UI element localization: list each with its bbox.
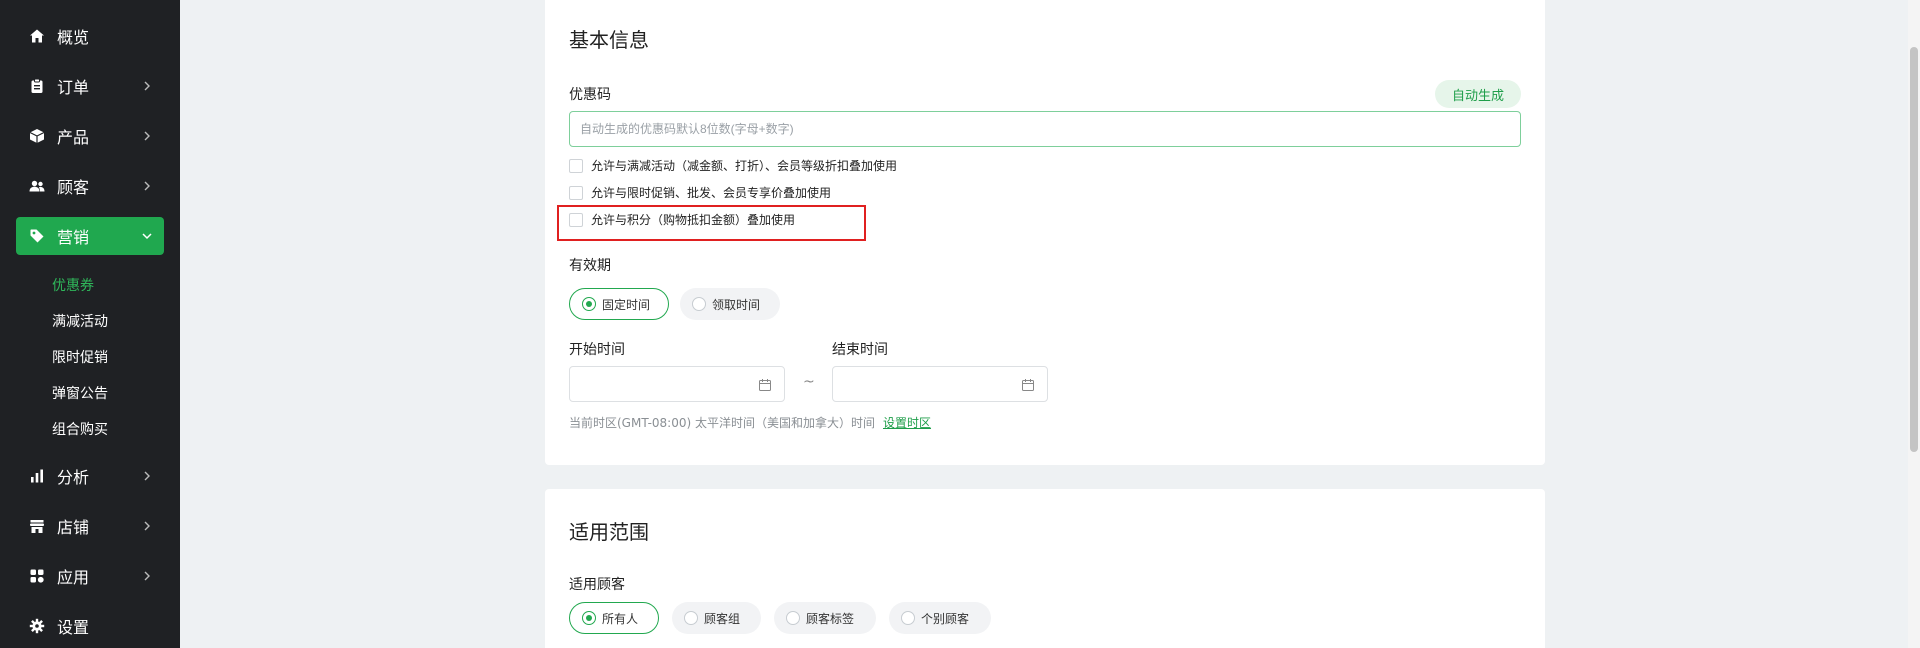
nav-item-marketing[interactable]: 营销 xyxy=(16,217,164,255)
nav-item-apps[interactable]: 应用 xyxy=(16,557,164,595)
section-title: 适用范围 xyxy=(569,520,649,544)
radio-label: 所有人 xyxy=(602,611,639,626)
validity-label: 有效期 xyxy=(569,258,611,274)
nav-label: 店铺 xyxy=(57,518,90,537)
scrollbar-thumb[interactable] xyxy=(1910,47,1918,452)
sub-item-bundles[interactable]: 组合购买 xyxy=(52,419,108,439)
coupon-code-label: 优惠码 xyxy=(569,87,611,103)
chevron-right-icon xyxy=(144,521,150,531)
end-time-label: 结束时间 xyxy=(832,342,888,358)
clipboard-icon xyxy=(27,76,47,96)
radio-button[interactable] xyxy=(692,297,706,311)
chevron-right-icon xyxy=(144,181,150,191)
nav-item-store[interactable]: 店铺 xyxy=(16,507,164,545)
sub-item-popup-notices[interactable]: 弹窗公告 xyxy=(52,383,108,403)
checkbox[interactable] xyxy=(569,185,583,200)
radio-label: 固定时间 xyxy=(602,297,651,312)
checkbox-label: 允许与满减活动（减金额、打折）、会员等级折扣叠加使用 xyxy=(591,159,898,173)
scope-card: 适用范围 适用顾客 所有人 顾客组 顾客标签 个别顾客 xyxy=(545,489,1545,648)
nav-label: 分析 xyxy=(57,468,90,487)
sub-item-flash-sales[interactable]: 限时促销 xyxy=(52,347,108,367)
highlight-annotation xyxy=(557,205,866,241)
box-icon xyxy=(27,126,47,146)
nav-label: 设置 xyxy=(57,618,90,637)
chevron-right-icon xyxy=(144,471,150,481)
radio-label: 顾客标签 xyxy=(806,611,855,626)
radio-button[interactable] xyxy=(582,611,596,625)
radio-label: 个别顾客 xyxy=(921,611,970,626)
chevron-right-icon xyxy=(144,131,150,141)
section-title: 基本信息 xyxy=(569,28,649,52)
radio-label: 顾客组 xyxy=(704,611,741,626)
radio-button[interactable] xyxy=(786,611,800,625)
nav-item-products[interactable]: 产品 xyxy=(16,117,164,155)
chevron-down-icon xyxy=(142,233,152,240)
store-icon xyxy=(27,516,47,536)
start-time-label: 开始时间 xyxy=(569,342,625,358)
set-timezone-link[interactable]: 设置时区 xyxy=(883,414,931,431)
applicable-customers-label: 适用顾客 xyxy=(569,577,625,593)
radio-specific-customers[interactable]: 个别顾客 xyxy=(889,602,991,634)
nav-item-settings[interactable]: 设置 xyxy=(16,607,164,645)
radio-customer-group[interactable]: 顾客组 xyxy=(672,602,761,634)
grid-icon xyxy=(27,566,47,586)
start-date-input[interactable] xyxy=(569,366,785,402)
nav-label: 产品 xyxy=(57,128,90,147)
coupon-code-input[interactable] xyxy=(569,111,1521,147)
radio-button[interactable] xyxy=(582,297,596,311)
scrollbar-track[interactable] xyxy=(1908,0,1920,648)
timezone-text: 当前时区(GMT-08:00) 太平洋时间（美国和加拿大）时间 xyxy=(569,416,875,430)
nav-label: 营销 xyxy=(57,228,90,247)
auto-generate-button[interactable]: 自动生成 xyxy=(1435,80,1521,108)
radio-button[interactable] xyxy=(901,611,915,625)
chevron-right-icon xyxy=(144,81,150,91)
nav-label: 概览 xyxy=(57,28,90,47)
radio-claim-time[interactable]: 领取时间 xyxy=(680,288,780,320)
radio-fixed-time[interactable]: 固定时间 xyxy=(569,288,669,320)
radio-label: 领取时间 xyxy=(712,297,761,312)
radio-customer-tag[interactable]: 顾客标签 xyxy=(774,602,876,634)
nav-item-customers[interactable]: 顾客 xyxy=(16,167,164,205)
chevron-right-icon xyxy=(144,571,150,581)
sidebar: 概览 订单 产品 顾客 营销 优惠券 满减活动 限时促销 弹窗公告 组合购买 分… xyxy=(0,0,180,648)
radio-everyone[interactable]: 所有人 xyxy=(569,602,659,634)
radio-button[interactable] xyxy=(684,611,698,625)
tag-icon xyxy=(27,226,47,246)
nav-item-analytics[interactable]: 分析 xyxy=(16,457,164,495)
sub-item-coupons[interactable]: 优惠券 xyxy=(52,275,94,295)
users-icon xyxy=(27,176,47,196)
checkbox-stack-promotion[interactable]: 允许与限时促销、批发、会员专享价叠加使用 xyxy=(569,184,831,201)
range-separator: ~ xyxy=(803,374,815,390)
checkbox-label: 允许与限时促销、批发、会员专享价叠加使用 xyxy=(591,186,832,200)
calendar-icon xyxy=(759,379,771,391)
sub-item-discount-campaigns[interactable]: 满减活动 xyxy=(52,311,108,331)
home-icon xyxy=(27,26,47,46)
nav-item-orders[interactable]: 订单 xyxy=(16,67,164,105)
checkbox[interactable] xyxy=(569,158,583,173)
nav-label: 订单 xyxy=(57,78,90,97)
nav-label: 顾客 xyxy=(57,178,90,197)
bar-chart-icon xyxy=(27,466,47,486)
checkbox-stack-discount[interactable]: 允许与满减活动（减金额、打折）、会员等级折扣叠加使用 xyxy=(569,157,897,174)
gear-icon xyxy=(27,616,47,636)
calendar-icon xyxy=(1022,379,1034,391)
nav-item-overview[interactable]: 概览 xyxy=(16,17,164,55)
end-date-input[interactable] xyxy=(832,366,1048,402)
nav-label: 应用 xyxy=(57,568,90,587)
